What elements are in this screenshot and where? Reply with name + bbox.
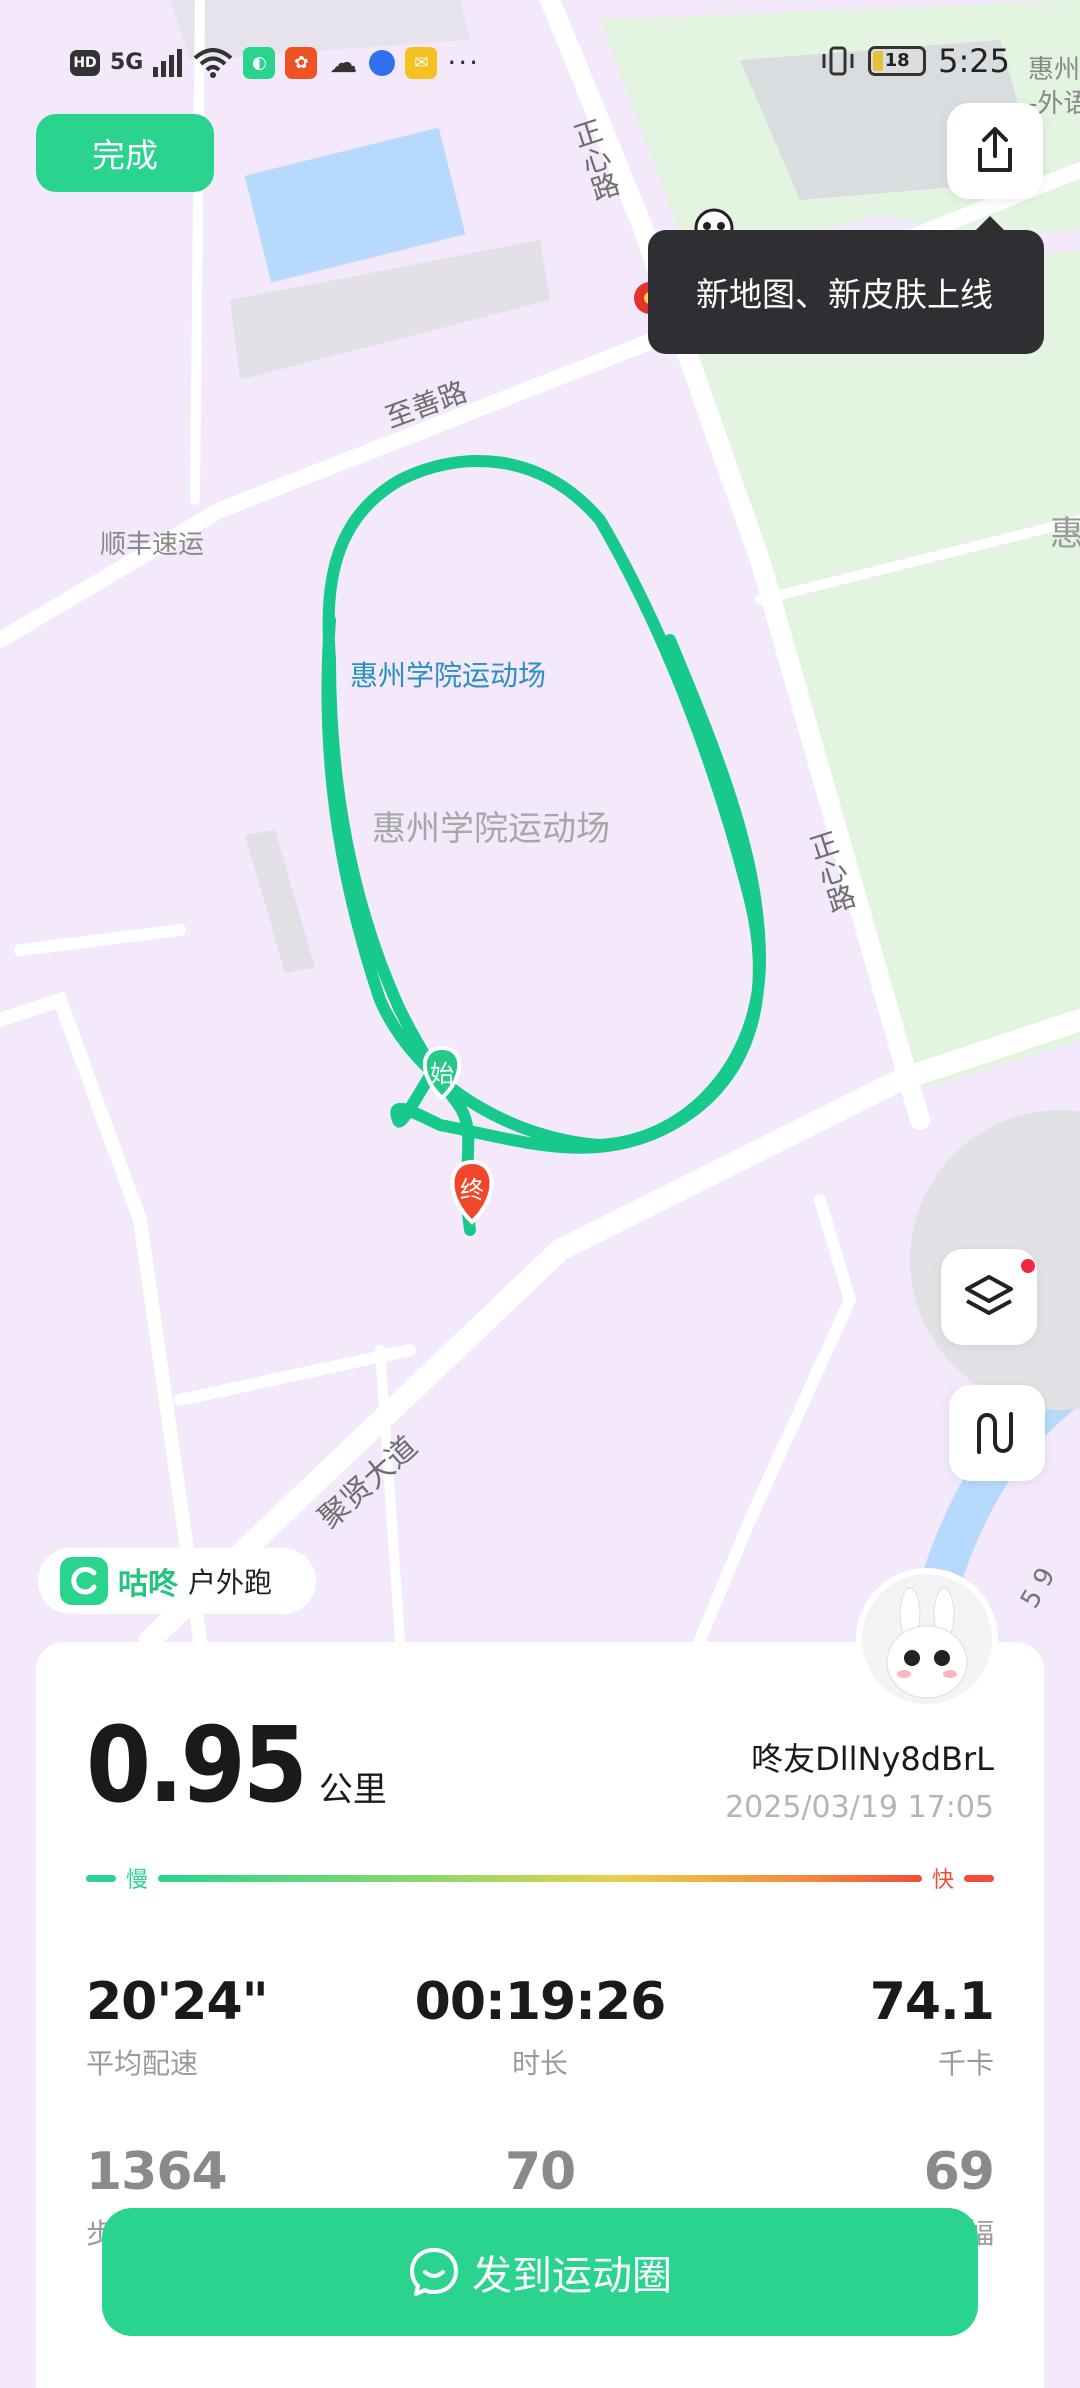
layers-icon <box>965 1275 1013 1315</box>
user-name: 咚友DllNy8dBrL <box>751 1740 994 1778</box>
chat-bubble-icon <box>410 2248 458 2296</box>
wifi-icon <box>194 47 233 78</box>
pace-fast-label: 快 <box>931 1868 954 1893</box>
stat-value: 69 <box>923 2142 995 2202</box>
route-icon <box>977 1412 1013 1454</box>
stat-label: 时长 <box>511 2047 568 2080</box>
wechat-icon: ☁ <box>329 46 358 79</box>
mail-icon: ✉ <box>405 46 438 79</box>
flower-app-icon: ✿ <box>285 46 318 79</box>
distance-unit: 公里 <box>318 1770 387 1810</box>
new-map-banner[interactable]: 新地图、新皮肤上线 <box>648 216 1044 354</box>
codoon-logo-icon <box>60 1557 108 1605</box>
battery-icon: 18 <box>868 46 927 76</box>
vibrate-icon <box>822 46 854 76</box>
stat-value: 70 <box>504 2142 576 2202</box>
browser-app-icon <box>369 49 396 76</box>
record-datetime: 2025/03/19 17:05 <box>725 1790 994 1825</box>
distance: 0.95 公里 <box>86 1704 387 1826</box>
stats-row-1: 20'24" 平均配速 00:19:26 时长 74.1 千卡 <box>86 1972 995 2142</box>
label-edge-right: 惠 <box>1050 514 1080 554</box>
codoon-app-icon: ◐ <box>243 46 276 79</box>
activity-type: 户外跑 <box>188 1566 273 1599</box>
post-to-feed-button[interactable]: 发到运动圈 <box>102 2208 978 2336</box>
share-button[interactable] <box>947 103 1043 199</box>
label-stadium-gray: 惠州学院运动场 <box>372 809 610 849</box>
stat-value: 00:19:26 <box>414 1972 667 2032</box>
layers-notification-dot <box>1021 1259 1035 1273</box>
share-icon <box>978 127 1012 172</box>
label-stadium-blue: 惠州学院运动场 <box>350 659 546 692</box>
stat-calories: 74.1 千卡 <box>869 1972 995 2082</box>
more-notifications-icon: ··· <box>447 46 481 79</box>
stat-label: 千卡 <box>937 2047 994 2080</box>
pace-slow-label: 慢 <box>126 1868 149 1893</box>
clock: 5:25 <box>938 42 1010 80</box>
svg-text:始: 始 <box>430 1060 454 1088</box>
brand-chip: 咕咚 户外跑 <box>38 1548 316 1614</box>
brand-name: 咕咚 <box>118 1567 178 1602</box>
signal-icon <box>153 48 183 77</box>
label-poi-shunfeng: 顺丰速运 <box>100 530 204 560</box>
status-bar: HD 5G ◐ ✿ ☁ ✉ ··· 18 5:25 <box>0 40 1080 96</box>
map-layers-button[interactable] <box>941 1249 1037 1345</box>
done-button[interactable]: 完成 <box>36 114 214 192</box>
hd-icon: HD <box>70 49 100 76</box>
pace-legend-bar: 慢 快 <box>86 1864 994 1893</box>
avatar[interactable] <box>862 1574 992 1704</box>
post-button-label: 发到运动圈 <box>472 2253 672 2299</box>
svg-text:终: 终 <box>460 1176 484 1204</box>
route-toggle-button[interactable] <box>949 1385 1045 1481</box>
distance-value: 0.95 <box>86 1704 308 1826</box>
stat-cadence: 70 <box>86 2142 994 2212</box>
stat-value: 74.1 <box>869 1972 995 2032</box>
banner-text: 新地图、新皮肤上线 <box>696 275 993 314</box>
network-label: 5G <box>110 50 144 75</box>
stat-duration: 00:19:26 时长 <box>86 1972 994 2082</box>
